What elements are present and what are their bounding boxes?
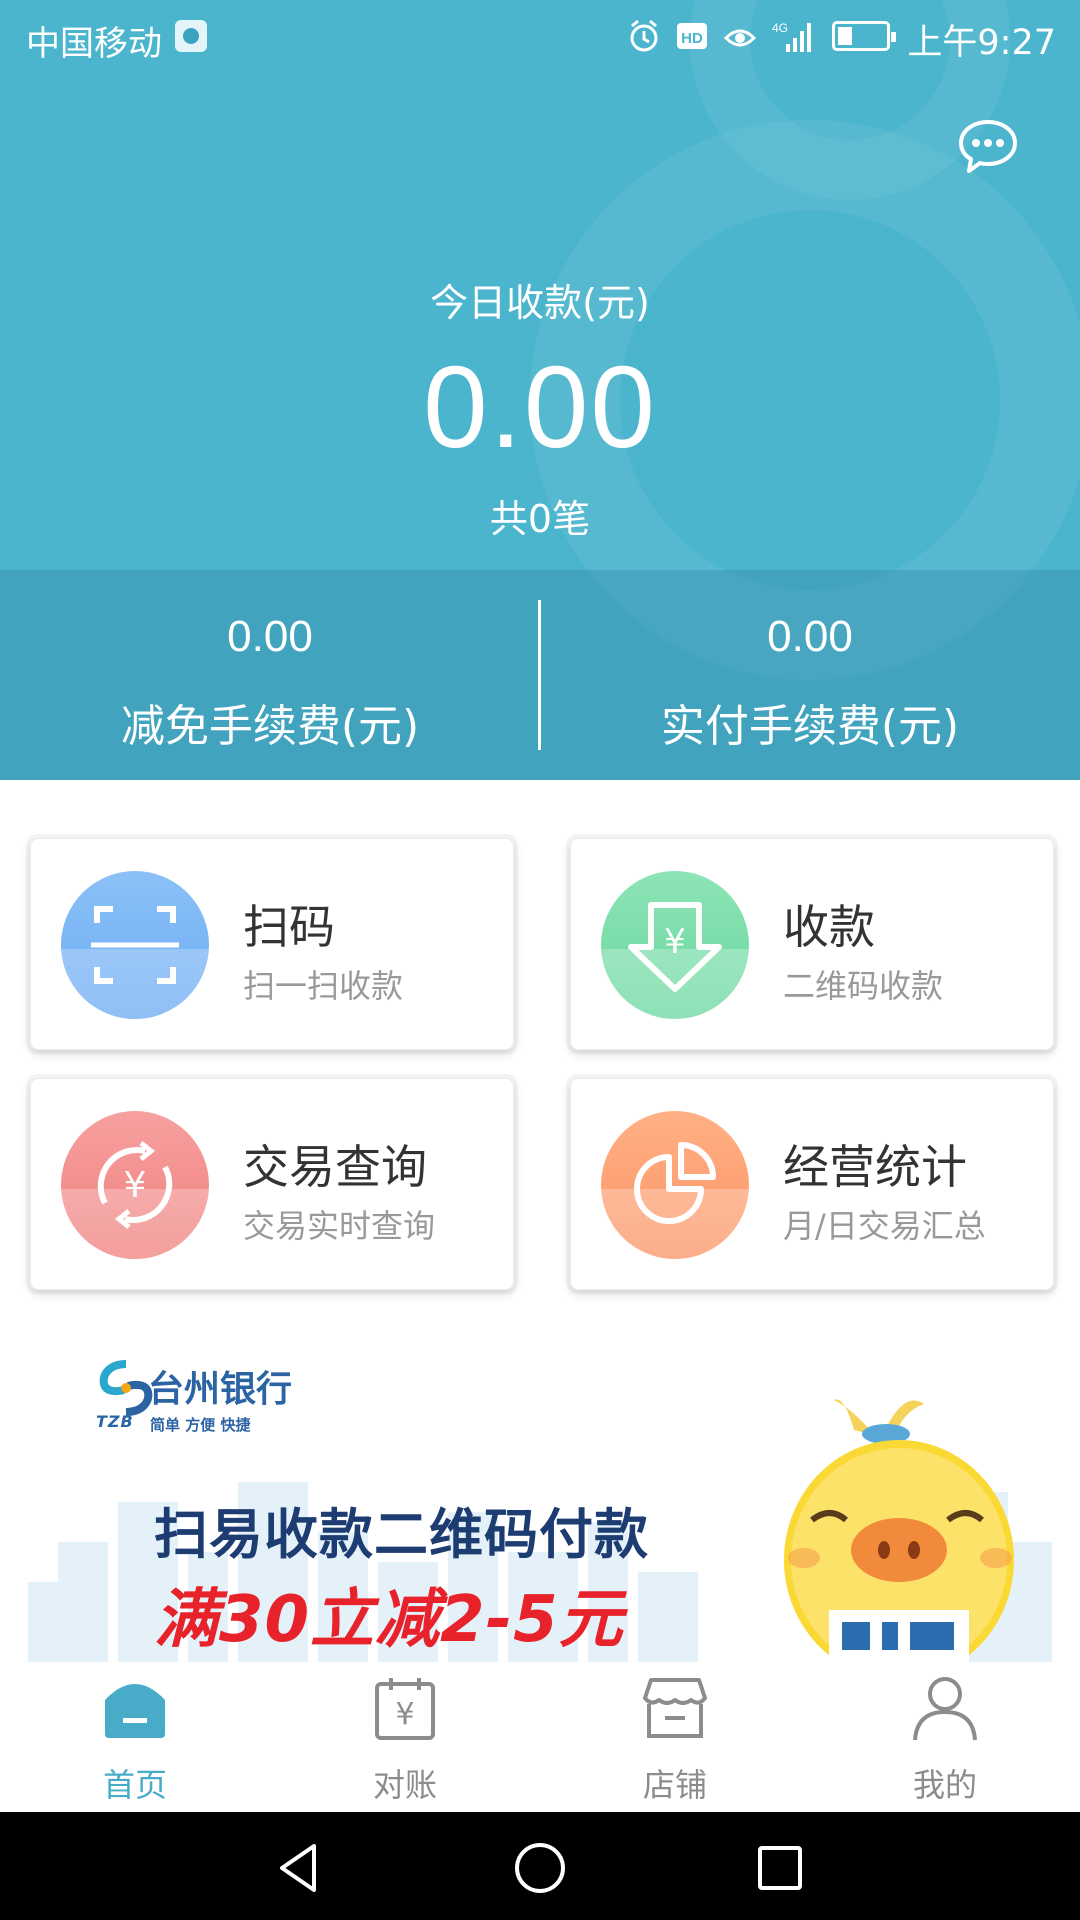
svg-text:¥: ¥ xyxy=(124,1165,147,1206)
today-income-label: 今日收款(元) xyxy=(430,281,650,325)
bank-abbreviation: TZB xyxy=(96,1412,134,1431)
promo-discount: 满30立减2-5元 xyxy=(154,1583,624,1657)
header-panel: 中国移动 HD 4G 上午9:27 今日收款(元) 0.00 共0笔 0.00 … xyxy=(0,0,1080,780)
business-stats-card[interactable]: 经营统计 月/日交易汇总 xyxy=(570,1078,1054,1290)
paid-fee-value: 0.00 xyxy=(767,612,853,661)
status-icons: HD 4G xyxy=(628,18,896,54)
today-income-amount: 0.00 xyxy=(423,342,657,472)
pie-chart-icon xyxy=(601,1111,749,1259)
transaction-count: 共0笔 xyxy=(489,497,591,541)
user-icon xyxy=(913,1677,977,1741)
svg-text:¥: ¥ xyxy=(395,1697,414,1732)
tab-home[interactable]: 首页 xyxy=(0,1662,270,1812)
card-title: 经营统计 xyxy=(783,1140,967,1194)
receive-money-icon: ¥ xyxy=(601,871,749,1019)
message-icon[interactable] xyxy=(956,116,1020,180)
svg-text:HD: HD xyxy=(681,30,703,47)
eye-icon xyxy=(724,29,756,47)
mascot-illustration xyxy=(784,1399,1014,1662)
transaction-query-icon: ¥ xyxy=(61,1111,209,1259)
transaction-query-card[interactable]: ¥ 交易查询 交易实时查询 xyxy=(30,1078,514,1290)
carrier-name: 中国移动 xyxy=(26,24,162,64)
tab-profile[interactable]: 我的 xyxy=(810,1662,1080,1812)
paid-fee-label: 实付手续费(元) xyxy=(660,701,960,752)
bottom-tab-bar: 首页 ¥ 对账 店铺 我的 xyxy=(0,1662,1080,1812)
status-bar: 中国移动 HD 4G 上午9:27 xyxy=(0,0,1080,76)
card-subtitle: 二维码收款 xyxy=(783,967,944,1005)
waived-fee-value: 0.00 xyxy=(227,612,313,661)
bank-slogan: 简单 方便 快捷 xyxy=(150,1416,251,1434)
scan-icon xyxy=(61,871,209,1019)
home-circle-icon[interactable] xyxy=(512,1840,568,1896)
card-title: 交易查询 xyxy=(243,1140,427,1194)
receive-card[interactable]: ¥ 收款 二维码收款 xyxy=(570,838,1054,1050)
tab-label: 店铺 xyxy=(642,1766,707,1804)
system-navigation-bar xyxy=(0,1812,1080,1920)
promo-headline: 扫易收款二维码付款 xyxy=(154,1503,649,1566)
hd-icon: HD xyxy=(677,23,707,49)
bank-logo-icon xyxy=(99,1360,153,1416)
card-subtitle: 扫一扫收款 xyxy=(243,967,404,1005)
clock: 上午9:27 xyxy=(907,23,1056,63)
bank-name: 台州银行 xyxy=(148,1369,293,1410)
back-icon[interactable] xyxy=(272,1840,328,1896)
paid-fee: 0.00 实付手续费(元) xyxy=(540,570,1080,780)
waived-fee-label: 减免手续费(元) xyxy=(120,701,420,752)
battery-icon xyxy=(832,21,896,51)
alarm-icon xyxy=(630,19,658,52)
card-title: 扫码 xyxy=(243,900,335,954)
card-subtitle: 月/日交易汇总 xyxy=(783,1207,986,1245)
scan-card[interactable]: 扫码 扫一扫收款 xyxy=(30,838,514,1050)
tab-label: 我的 xyxy=(912,1766,977,1804)
tab-shop[interactable]: 店铺 xyxy=(540,1662,810,1812)
svg-text:¥: ¥ xyxy=(664,922,686,962)
promo-banner[interactable]: 台州银行 TZB 简单 方便 快捷 扫易收款二维码付款 满30立减2-5元 xyxy=(28,1340,1052,1662)
tab-reconciliation[interactable]: ¥ 对账 xyxy=(270,1662,540,1812)
fee-summary: 0.00 减免手续费(元) 0.00 实付手续费(元) xyxy=(0,570,1080,780)
svg-text:4G: 4G xyxy=(772,21,788,35)
card-subtitle: 交易实时查询 xyxy=(243,1207,436,1245)
tab-label: 首页 xyxy=(102,1766,167,1804)
signal-4g-icon: 4G xyxy=(772,21,811,52)
carrier-app-icon xyxy=(175,20,207,52)
tab-label: 对账 xyxy=(372,1766,437,1804)
home-icon xyxy=(105,1684,165,1738)
waived-fee: 0.00 减免手续费(元) xyxy=(0,570,540,780)
shop-icon xyxy=(643,1678,707,1738)
recent-apps-icon[interactable] xyxy=(752,1840,808,1896)
calendar-yuan-icon: ¥ xyxy=(375,1678,435,1740)
card-title: 收款 xyxy=(783,900,875,954)
